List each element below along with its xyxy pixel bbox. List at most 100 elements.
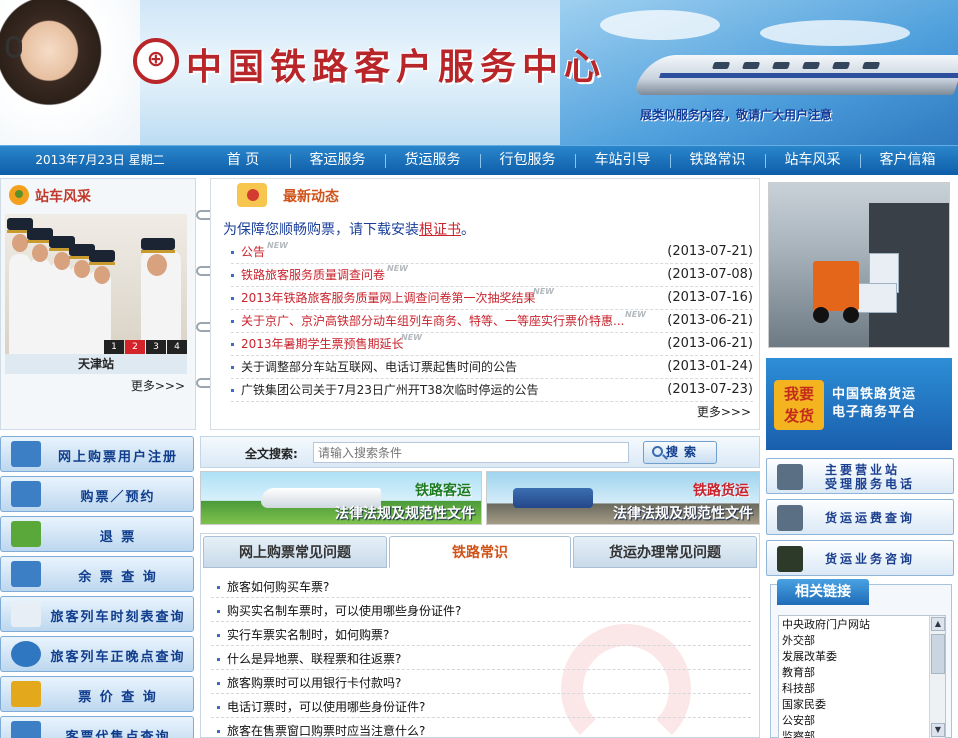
- new-badge-icon: NEW: [401, 333, 422, 342]
- related-links-listbox[interactable]: 中央政府门户网站 外交部 发展改革委 教育部 科技部 国家民委 公安部 监察部 …: [778, 615, 946, 738]
- remaining-tickets-button[interactable]: 余 票 查 询: [0, 556, 194, 592]
- related-link-item[interactable]: 科技部: [782, 681, 942, 697]
- root-cert-link[interactable]: 根证书: [419, 222, 461, 238]
- faq-item[interactable]: 旅客购票时可以用银行卡付款吗?: [211, 670, 751, 694]
- faq-item[interactable]: 旅客在售票窗口购票时应当注意什么?: [211, 718, 751, 738]
- nav-freight-service[interactable]: 货运服务: [385, 146, 480, 176]
- buy-ticket-button[interactable]: 购票／预约: [0, 476, 194, 512]
- pager-page-4[interactable]: 4: [167, 340, 187, 354]
- related-links-title: 相关链接: [777, 579, 869, 605]
- related-link-item[interactable]: 监察部: [782, 729, 942, 738]
- pager-page-2[interactable]: 2: [125, 340, 145, 354]
- new-badge-icon: NEW: [533, 287, 554, 296]
- tab-freight-faq[interactable]: 货运办理常见问题: [573, 536, 757, 568]
- scroll-down-icon[interactable]: ▼: [931, 723, 945, 737]
- related-link-item[interactable]: 教育部: [782, 665, 942, 681]
- search-button[interactable]: 搜索: [643, 441, 717, 464]
- banner-train-image: [633, 55, 958, 95]
- new-badge-icon: NEW: [267, 241, 288, 250]
- train-delay-query-button[interactable]: 旅客列车正晚点查询: [0, 636, 194, 672]
- price-icon: [11, 681, 41, 707]
- header-banner: ⊕ 中国铁路客户服务中心 展类似服务内容，敬请广大用户注意: [0, 0, 958, 145]
- related-link-item[interactable]: 外交部: [782, 633, 942, 649]
- related-link-item[interactable]: 中央政府门户网站: [782, 617, 942, 633]
- nav-customer-mailbox[interactable]: 客户信箱: [860, 146, 955, 176]
- news-item[interactable]: 2013年铁路旅客服务质量网上调查问卷第一次抽奖结果 NEW (2013-07-16…: [231, 287, 753, 310]
- pager-page-1[interactable]: 1: [104, 340, 124, 354]
- news-item-title[interactable]: 铁路旅客服务质量调查问卷: [241, 264, 385, 286]
- faq-item[interactable]: 旅客如何购买车票?: [211, 574, 751, 598]
- search-input[interactable]: [313, 442, 629, 463]
- faq-item[interactable]: 电话订票时，可以使用哪些身份证件?: [211, 694, 751, 718]
- related-link-item[interactable]: 国家民委: [782, 697, 942, 713]
- nav-station-guide[interactable]: 车站引导: [575, 146, 670, 176]
- agency-icon: [11, 721, 41, 738]
- root-cert-notice-text: 为保障您顺畅购票，请下载安装: [223, 222, 419, 238]
- faq-item[interactable]: 实行车票实名制时，如何购票?: [211, 622, 751, 646]
- fare-query-button[interactable]: 票 价 查 询: [0, 676, 194, 712]
- news-item[interactable]: 铁路旅客服务质量调查问卷 NEW (2013-07-08): [231, 264, 753, 287]
- passenger-regulations-title: 铁路客运: [415, 483, 471, 499]
- news-item[interactable]: 关于调整部分车站互联网、电话订票起售时间的公告 (2013-01-24): [231, 356, 753, 379]
- passenger-regulations-subtitle: 法律法规及规范性文件: [335, 506, 475, 522]
- remaining-tickets-label: 余 票 查 询: [78, 570, 158, 585]
- nav-station-gallery[interactable]: 站车风采: [765, 146, 860, 176]
- railway-logo[interactable]: ⊕: [133, 38, 179, 84]
- latest-news-panel: 最新动态 为保障您顺畅购票，请下载安装根证书。 公告 NEW (2013-07-21…: [210, 178, 760, 430]
- news-more-link[interactable]: 更多>>>: [697, 403, 751, 420]
- nav-passenger-service[interactable]: 客运服务: [290, 146, 385, 176]
- main-station-hotline-button[interactable]: 主要营业站 受理服务电话: [766, 458, 954, 494]
- news-item-title[interactable]: 公告: [241, 241, 265, 263]
- station-gallery-header: 站车风采: [1, 179, 195, 209]
- timetable-query-button[interactable]: 旅客列车时刻表查询: [0, 596, 194, 632]
- freight-regulations-banner[interactable]: 铁路货运 法律法规及规范性文件: [486, 471, 760, 525]
- agency-query-button[interactable]: 客票代售点查询: [0, 716, 194, 738]
- refund-ticket-button[interactable]: 退 票: [0, 516, 194, 552]
- nav-home[interactable]: 首 页: [196, 146, 290, 176]
- links-scrollbar[interactable]: ▲ ▼: [929, 616, 945, 738]
- tab-online-ticket-faq[interactable]: 网上购票常见问题: [203, 536, 387, 568]
- news-item-title[interactable]: 2013年铁路旅客服务质量网上调查问卷第一次抽奖结果: [241, 287, 536, 309]
- nav-luggage-service[interactable]: 行包服务: [480, 146, 575, 176]
- freight-ecommerce-banner[interactable]: 我要 发货 中国铁路货运 电子商务平台: [766, 358, 952, 450]
- faq-item[interactable]: 购买实名制车票时，可以使用哪些身份证件?: [211, 598, 751, 622]
- related-link-item[interactable]: 公安部: [782, 713, 942, 729]
- online-register-button[interactable]: 网上购票用户注册: [0, 436, 194, 472]
- news-item[interactable]: 关于京广、京沪高铁部分动车组列车商务、特等、一等座实行票价特惠... NEW (20…: [231, 310, 753, 333]
- phone-icon: [777, 464, 803, 490]
- news-item-title[interactable]: 2013年暑期学生票预售期延长: [241, 333, 404, 355]
- ticket-icon: [11, 481, 41, 507]
- freight-warehouse-photo: [768, 182, 950, 348]
- photo-caption[interactable]: 天津站: [5, 354, 187, 374]
- scroll-up-icon[interactable]: ▲: [931, 617, 945, 631]
- user-register-icon: [11, 441, 41, 467]
- nav-railway-knowledge[interactable]: 铁路常识: [670, 146, 765, 176]
- timetable-query-label: 旅客列车时刻表查询: [50, 610, 186, 625]
- news-item[interactable]: 公告 NEW (2013-07-21): [231, 241, 753, 264]
- online-register-label: 网上购票用户注册: [57, 450, 178, 465]
- news-item-date: (2013-07-23): [667, 382, 753, 397]
- freight-business-consult-button[interactable]: 货运业务咨询: [766, 540, 954, 576]
- related-link-item[interactable]: 发展改革委: [782, 649, 942, 665]
- freight-fee-query-button[interactable]: 货运运费查询: [766, 499, 954, 535]
- news-item-title[interactable]: 广铁集团公司关于7月23日广州开T38次临时停运的公告: [241, 379, 539, 401]
- faq-item[interactable]: 什么是异地票、联程票和往返票?: [211, 646, 751, 670]
- news-item-title[interactable]: 关于调整部分车站互联网、电话订票起售时间的公告: [241, 356, 517, 378]
- train-delay-query-label: 旅客列车正晚点查询: [50, 650, 186, 665]
- search-label: 全文搜索:: [245, 447, 298, 461]
- pager-page-3[interactable]: 3: [146, 340, 166, 354]
- banner-notice: 展类似服务内容，敬请广大用户注意: [640, 108, 833, 122]
- station-photo[interactable]: 1 2 3 4: [5, 214, 187, 354]
- remaining-ticket-icon: [11, 561, 41, 587]
- scroll-thumb[interactable]: [931, 634, 945, 674]
- banner-cloud: [760, 20, 910, 46]
- station-gallery-more-link[interactable]: 更多>>>: [131, 377, 185, 394]
- news-item[interactable]: 广铁集团公司关于7月23日广州开T38次临时停运的公告 (2013-07-23): [231, 379, 753, 402]
- news-item-title[interactable]: 关于京广、京沪高铁部分动车组列车商务、特等、一等座实行票价特惠...: [241, 310, 624, 332]
- tab-railway-knowledge[interactable]: 铁路常识: [389, 536, 571, 568]
- refund-ticket-label: 退 票: [99, 530, 137, 545]
- passenger-regulations-banner[interactable]: 铁路客运 法律法规及规范性文件: [200, 471, 482, 525]
- news-item-date: (2013-07-21): [667, 244, 753, 259]
- ship-goods-badge: 我要 发货: [774, 380, 824, 430]
- news-item[interactable]: 2013年暑期学生票预售期延长 NEW (2013-06-21): [231, 333, 753, 356]
